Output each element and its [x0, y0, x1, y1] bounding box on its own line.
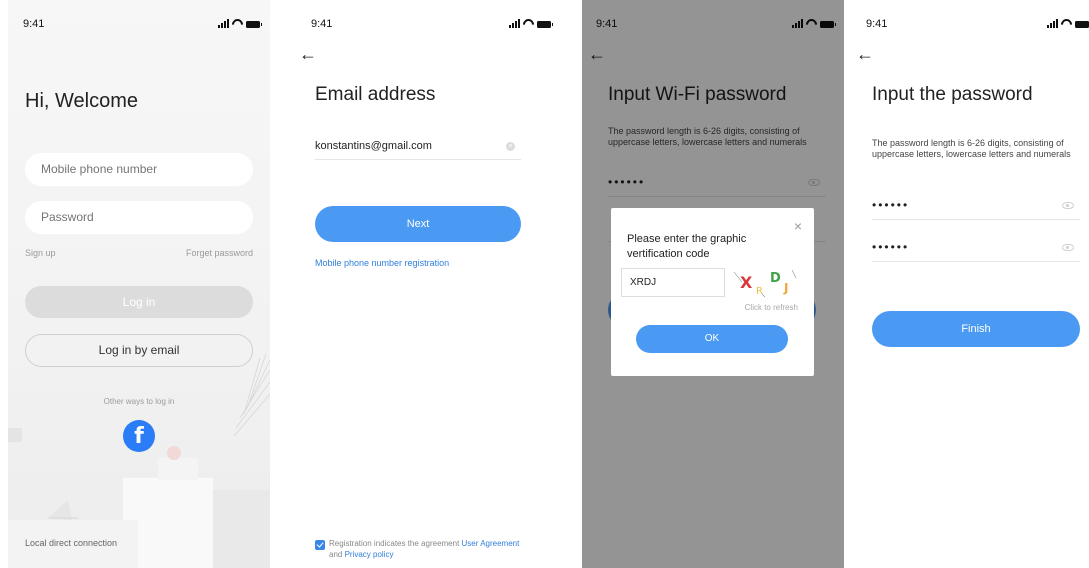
battery-icon — [1075, 21, 1089, 28]
wifi-password-screen: 9:41 ← Input Wi-Fi password The password… — [582, 0, 844, 568]
forget-password-link[interactable]: Forget password — [186, 248, 253, 258]
phone-registration-link[interactable]: Mobile phone number registration — [315, 258, 449, 268]
status-bar: 9:41 — [23, 18, 262, 32]
email-screen: 9:41 ← Email address konstantins@gmail.c… — [299, 0, 561, 568]
phone-input[interactable] — [25, 153, 253, 186]
wifi-icon — [523, 19, 534, 28]
login-screen: 9:41 Hi, Welcome Sign up Forget password… — [8, 0, 270, 568]
captcha-char-j: J — [783, 281, 788, 295]
verification-code-input[interactable]: XRDJ — [621, 268, 725, 297]
sign-up-link[interactable]: Sign up — [25, 248, 56, 258]
ok-button[interactable]: OK — [636, 325, 788, 353]
status-time: 9:41 — [311, 18, 333, 30]
verification-dialog: × Please enter the graphic vertification… — [611, 208, 814, 376]
wifi-icon — [232, 19, 243, 28]
status-icons — [509, 19, 553, 28]
refresh-captcha-link[interactable]: Click to refresh — [745, 303, 798, 312]
password-masked-value: •••••• — [872, 198, 910, 212]
show-confirm-eye-icon[interactable] — [1062, 244, 1074, 251]
signal-icon — [218, 19, 229, 28]
set-password-screen: 9:41 ← Input the password The password l… — [850, 0, 1089, 568]
captcha-char-r: R — [756, 286, 763, 297]
captcha-image[interactable]: X R D J — [732, 268, 798, 297]
decorative-background-illustration — [8, 353, 270, 568]
local-connection-link[interactable]: Local direct connection — [25, 538, 117, 548]
password-input[interactable] — [25, 201, 253, 234]
back-arrow-icon[interactable]: ← — [299, 44, 321, 64]
confirm-password-field[interactable]: •••••• — [872, 238, 1080, 262]
show-password-eye-icon[interactable] — [1062, 202, 1074, 209]
close-icon[interactable]: × — [794, 218, 802, 234]
agreement-prefix: Registration indicates the agreement — [329, 539, 462, 548]
agreement-text: Registration indicates the agreement Use… — [315, 538, 525, 560]
login-button[interactable]: Log in — [25, 286, 253, 318]
signal-icon — [1047, 19, 1058, 28]
clear-icon[interactable]: × — [506, 142, 515, 151]
battery-icon — [246, 21, 262, 28]
page-title: Email address — [315, 84, 436, 105]
status-time: 9:41 — [23, 18, 45, 30]
agreement-checkbox[interactable] — [315, 540, 325, 550]
wifi-icon — [1061, 19, 1072, 28]
confirm-masked-value: •••••• — [872, 240, 910, 254]
status-bar: 9:41 — [866, 18, 1089, 32]
page-title: Input the password — [872, 84, 1033, 105]
agreement-and: and — [329, 550, 345, 559]
battery-icon — [537, 21, 553, 28]
email-value: konstantins@gmail.com — [315, 140, 432, 152]
status-icons — [1047, 19, 1089, 28]
welcome-title: Hi, Welcome — [25, 90, 138, 112]
privacy-policy-link[interactable]: Privacy policy — [345, 550, 394, 559]
finish-button[interactable]: Finish — [872, 311, 1080, 347]
captcha-char-x: X — [740, 273, 753, 292]
next-button[interactable]: Next — [315, 206, 521, 242]
email-field[interactable]: konstantins@gmail.com × — [315, 136, 521, 160]
captcha-char-d: D — [770, 271, 781, 286]
back-arrow-icon[interactable]: ← — [856, 44, 878, 64]
password-field[interactable]: •••••• — [872, 196, 1080, 220]
status-bar: 9:41 — [311, 18, 553, 32]
status-time: 9:41 — [866, 18, 888, 30]
password-rules-text: The password length is 6-26 digits, cons… — [872, 138, 1071, 159]
status-icons — [218, 19, 262, 28]
dialog-title: Please enter the graphic vertification c… — [627, 233, 747, 260]
signal-icon — [509, 19, 520, 28]
user-agreement-link[interactable]: User Agreement — [462, 539, 520, 548]
